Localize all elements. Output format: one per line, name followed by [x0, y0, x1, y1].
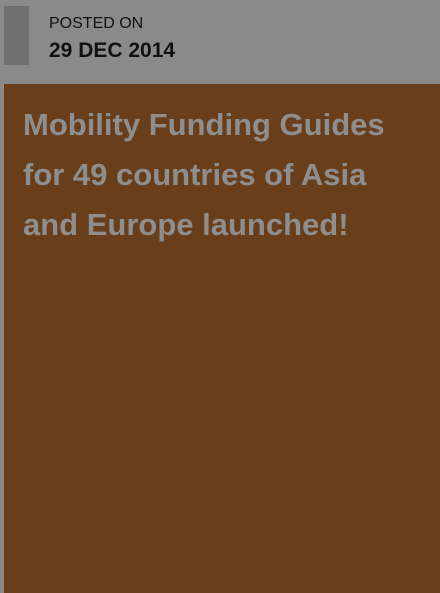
page: POSTED ON 29 DEC 2014 Mobility Funding G…	[0, 0, 440, 593]
posted-on-label: POSTED ON	[49, 15, 144, 32]
post-meta-header: POSTED ON 29 DEC 2014	[0, 0, 440, 84]
date-accent-bar	[4, 6, 29, 65]
post-date: 29 DEC 2014	[49, 39, 176, 62]
post-card[interactable]: Mobility Funding Guides for 49 countries…	[4, 84, 440, 593]
post-title[interactable]: Mobility Funding Guides for 49 countries…	[23, 100, 423, 250]
